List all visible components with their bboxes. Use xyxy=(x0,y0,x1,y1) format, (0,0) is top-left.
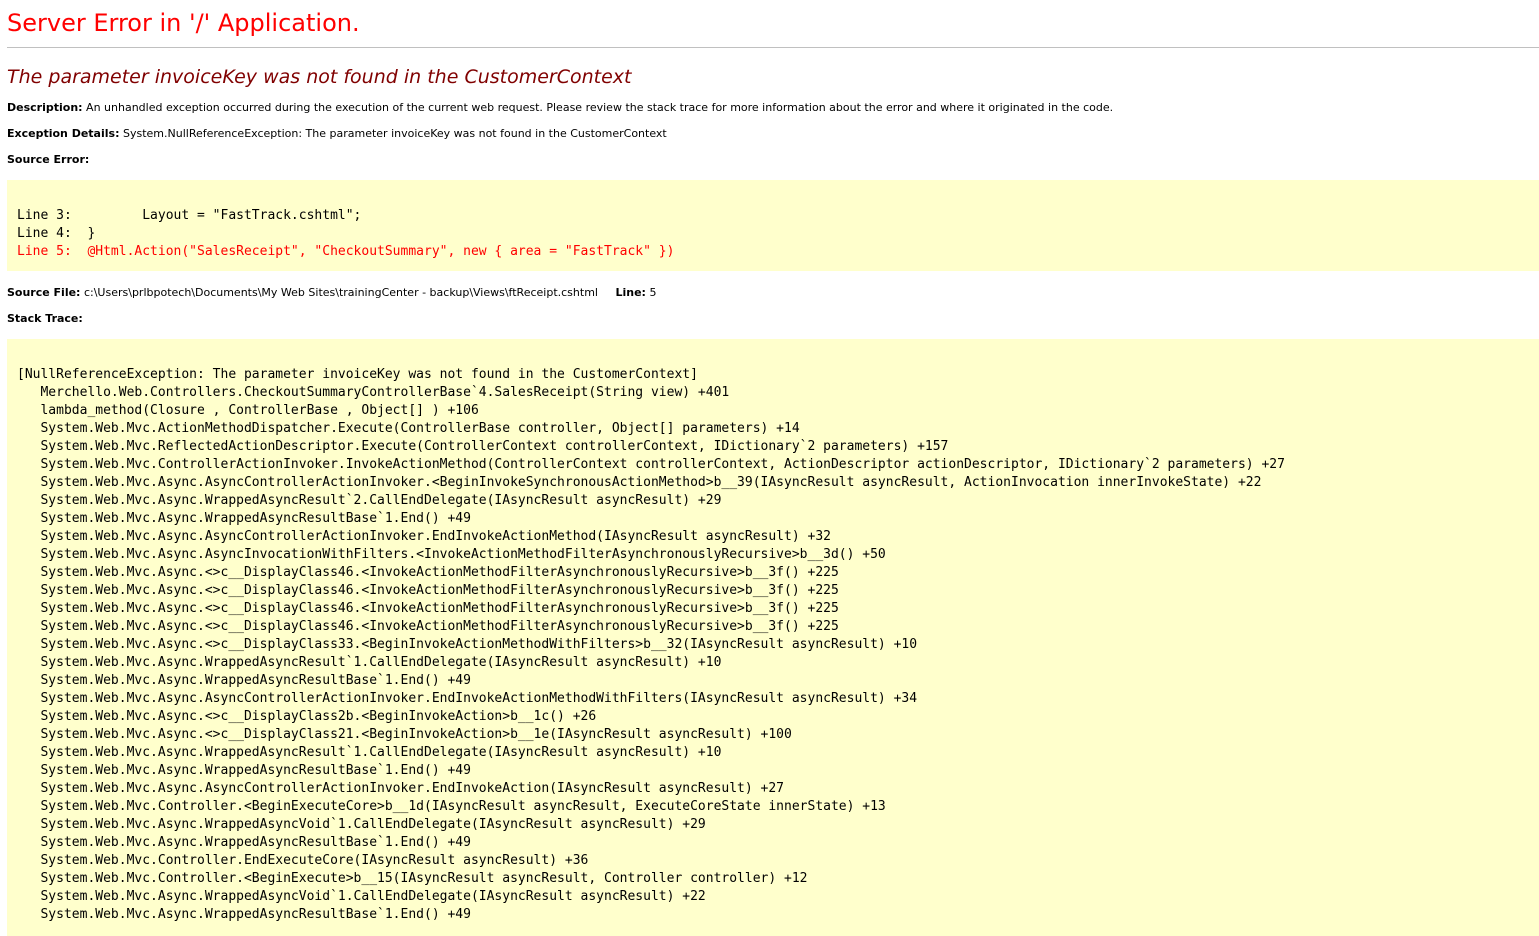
stack-trace-line: System.Web.Mvc.Async.AsyncControllerActi… xyxy=(17,475,1262,490)
source-line-error: Line 5: @Html.Action("SalesReceipt", "Ch… xyxy=(17,244,675,259)
stack-trace-line: System.Web.Mvc.Async.WrappedAsyncVoid`1.… xyxy=(17,889,706,904)
stack-trace-line: System.Web.Mvc.Controller.<BeginExecute>… xyxy=(17,871,808,886)
error-page: Server Error in '/' Application. The par… xyxy=(7,0,1539,936)
stack-trace-line: System.Web.Mvc.Async.WrappedAsyncResultB… xyxy=(17,763,471,778)
exception-details-text: System.NullReferenceException: The param… xyxy=(122,127,667,140)
stack-trace-line: [NullReferenceException: The parameter i… xyxy=(17,367,698,382)
description-text: An unhandled exception occurred during t… xyxy=(86,101,1114,114)
stack-trace-line: System.Web.Mvc.Async.AsyncControllerActi… xyxy=(17,529,831,544)
source-error-code-block: Line 3: Layout = "FastTrack.cshtml"; Line… xyxy=(7,180,1539,271)
stack-trace-code-block: [NullReferenceException: The parameter i… xyxy=(7,339,1539,936)
stack-trace-row: Stack Trace: xyxy=(7,312,1539,326)
stack-trace-line: System.Web.Mvc.Async.<>c__DisplayClass46… xyxy=(17,601,839,616)
stack-trace-line: System.Web.Mvc.Controller.EndExecuteCore… xyxy=(17,853,589,868)
exception-details-label: Exception Details: xyxy=(7,127,120,140)
stack-trace-line: System.Web.Mvc.Async.WrappedAsyncVoid`1.… xyxy=(17,817,706,832)
stack-trace-line: System.Web.Mvc.Async.<>c__DisplayClass33… xyxy=(17,637,918,652)
stack-trace-line: System.Web.Mvc.Async.<>c__DisplayClass46… xyxy=(17,565,839,580)
source-line: Line 3: Layout = "FastTrack.cshtml"; xyxy=(17,208,362,223)
stack-trace-line: System.Web.Mvc.Controller.<BeginExecuteC… xyxy=(17,799,886,814)
stack-trace-line: System.Web.Mvc.ReflectedActionDescriptor… xyxy=(17,439,949,454)
description-row: Description: An unhandled exception occu… xyxy=(7,101,1539,115)
stack-trace-line: System.Web.Mvc.ControllerActionInvoker.I… xyxy=(17,457,1285,472)
source-error-row: Source Error: xyxy=(7,153,1539,167)
title-divider xyxy=(7,47,1539,48)
source-file-path: c:\Users\prlbpotech\Documents\My Web Sit… xyxy=(83,286,598,299)
source-line-number: 5 xyxy=(649,286,657,299)
source-file-label: Source File: xyxy=(7,286,81,299)
stack-trace-line: lambda_method(Closure , ControllerBase ,… xyxy=(17,403,479,418)
stack-trace-line: System.Web.Mvc.Async.<>c__DisplayClass46… xyxy=(17,619,839,634)
page-title: Server Error in '/' Application. xyxy=(7,9,360,37)
source-line-label: Line: xyxy=(615,286,646,299)
source-file-row: Source File: c:\Users\prlbpotech\Documen… xyxy=(7,286,1539,300)
stack-trace-line: System.Web.Mvc.Async.<>c__DisplayClass2b… xyxy=(17,709,597,724)
description-label: Description: xyxy=(7,101,83,114)
stack-trace-line: System.Web.Mvc.Async.WrappedAsyncResultB… xyxy=(17,835,471,850)
stack-trace-line: System.Web.Mvc.Async.WrappedAsyncResultB… xyxy=(17,907,471,922)
source-error-label: Source Error: xyxy=(7,153,90,166)
error-message-heading: The parameter invoiceKey was not found i… xyxy=(7,66,632,88)
stack-trace-line: System.Web.Mvc.Async.WrappedAsyncResult`… xyxy=(17,493,722,508)
stack-trace-line: System.Web.Mvc.Async.<>c__DisplayClass46… xyxy=(17,583,839,598)
source-line: Line 4: } xyxy=(17,226,96,241)
stack-trace-line: Merchello.Web.Controllers.CheckoutSummar… xyxy=(17,385,730,400)
stack-trace-line: System.Web.Mvc.ActionMethodDispatcher.Ex… xyxy=(17,421,800,436)
stack-trace-line: System.Web.Mvc.Async.<>c__DisplayClass21… xyxy=(17,727,792,742)
stack-trace-line: System.Web.Mvc.Async.AsyncInvocationWith… xyxy=(17,547,886,562)
stack-trace-line: System.Web.Mvc.Async.WrappedAsyncResultB… xyxy=(17,673,471,688)
stack-trace-line: System.Web.Mvc.Async.WrappedAsyncResultB… xyxy=(17,511,471,526)
stack-trace-line: System.Web.Mvc.Async.WrappedAsyncResult`… xyxy=(17,655,722,670)
exception-details-row: Exception Details: System.NullReferenceE… xyxy=(7,127,1539,141)
stack-trace-line: System.Web.Mvc.Async.AsyncControllerActi… xyxy=(17,781,785,796)
stack-trace-line: System.Web.Mvc.Async.AsyncControllerActi… xyxy=(17,691,918,706)
stack-trace-line: System.Web.Mvc.Async.WrappedAsyncResult`… xyxy=(17,745,722,760)
stack-trace-label: Stack Trace: xyxy=(7,312,83,325)
